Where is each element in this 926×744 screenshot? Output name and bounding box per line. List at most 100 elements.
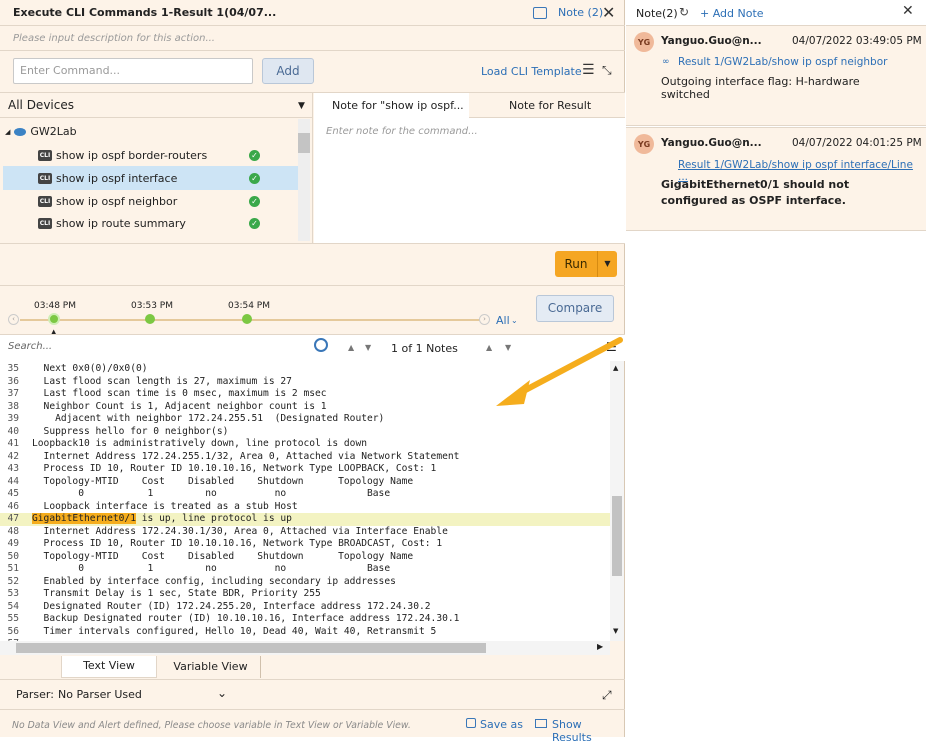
search-input[interactable]: Search... — [8, 341, 52, 352]
command-item-selected[interactable]: CLI show ip ospf interface ✓ — [3, 166, 298, 190]
line-text: Last flood scan time is 0 msec, maximum … — [32, 388, 327, 399]
timeline-point[interactable] — [145, 314, 155, 324]
note-count-link[interactable]: Note (2) — [558, 6, 603, 19]
timeline-next-icon[interactable]: › — [479, 314, 490, 325]
expand-icon[interactable]: ⤢ — [602, 688, 612, 703]
chevron-down-icon[interactable]: ⌄ — [511, 316, 518, 325]
line-text: Internet Address 172.24.255.1/32, Area 0… — [32, 450, 460, 462]
load-cli-template-link[interactable]: Load CLI Template — [481, 65, 582, 78]
cli-icon: CLI — [38, 149, 52, 161]
notes-counter: 1 of 1 Notes — [391, 342, 458, 355]
line-number: 36 — [7, 375, 19, 387]
device-selector[interactable]: All Devices — [8, 98, 74, 112]
line-number: 44 — [7, 475, 19, 487]
timeline-point[interactable] — [242, 314, 252, 324]
search-icon[interactable] — [314, 338, 328, 352]
run-button[interactable]: Run ▼ — [555, 251, 617, 277]
output-line: 55 Backup Designated router (ID) 10.10.1… — [0, 613, 610, 626]
search-highlight: GigabitEthernet0/1 — [32, 513, 136, 524]
menu-icon[interactable]: ☰ — [582, 62, 595, 78]
tab-variable-view[interactable]: Variable View — [161, 656, 261, 678]
command-item[interactable]: CLI show ip ospf border-routers ✓ — [3, 144, 298, 166]
note-card[interactable]: YG Yanguo.Guo@n... 04/07/2022 03:49:05 P… — [626, 26, 926, 126]
parser-label: Parser: — [16, 688, 54, 701]
results-icon[interactable] — [535, 719, 547, 728]
add-note-button[interactable]: + Add Note — [700, 7, 764, 20]
cli-icon: CLI — [38, 195, 52, 207]
line-number: 50 — [7, 550, 19, 562]
line-text: Process ID 10, Router ID 10.10.10.16, Ne… — [32, 538, 443, 549]
line-text: Process ID 10, Router ID 10.10.10.16, Ne… — [32, 463, 437, 474]
line-text: Backup Designated router (ID) 10.10.10.1… — [32, 613, 460, 624]
output-horizontal-scrollbar[interactable]: ▶ — [0, 641, 610, 655]
refresh-icon[interactable]: ↻ — [679, 5, 689, 19]
close-icon[interactable]: ✕ — [602, 3, 615, 22]
line-number: 55 — [7, 613, 19, 624]
notes-title: Note(2) — [636, 7, 678, 20]
parser-select[interactable]: No Parser Used — [58, 688, 142, 701]
expand-icon[interactable]: ◢ — [5, 128, 10, 136]
timeline-label: 03:53 PM — [131, 301, 173, 311]
output-line: 49 Process ID 10, Router ID 10.10.10.16,… — [0, 538, 610, 551]
line-number: 37 — [7, 388, 19, 399]
search-prev-icon[interactable]: ▲ — [348, 343, 354, 352]
device-root-label[interactable]: GW2Lab — [30, 125, 76, 138]
note-reference-link[interactable]: Result 1/GW2Lab/show ip ospf neighbor — [678, 56, 887, 68]
chevron-down-icon[interactable]: ▼ — [298, 101, 305, 111]
line-text: Topology-MTID Cost Disabled Shutdown Top… — [32, 475, 414, 487]
output-line: 54 Designated Router (ID) 172.24.255.20,… — [0, 601, 610, 614]
line-number: 39 — [7, 413, 19, 424]
line-number: 38 — [7, 400, 19, 412]
success-check-icon: ✓ — [249, 149, 260, 161]
chevron-down-icon[interactable]: ⌄ — [217, 686, 227, 700]
output-line: 45 0 1 no no Base — [0, 488, 610, 501]
device-tree-panel: All Devices ▼ ◢ GW2Lab CLI show ip ospf … — [0, 93, 313, 243]
tab-note-for-result[interactable]: Note for Result — [509, 99, 591, 112]
chevron-down-icon[interactable]: ▼ — [597, 251, 617, 277]
command-label: show ip route summary — [56, 216, 186, 230]
show-results-button[interactable]: Show Results — [552, 718, 624, 744]
line-text: Topology-MTID Cost Disabled Shutdown Top… — [32, 550, 414, 562]
line-text: Next 0x0(0)/0x0(0) — [32, 363, 148, 374]
line-number: 47 — [7, 513, 19, 524]
command-item[interactable]: CLI show ip route summary ✓ — [3, 212, 298, 234]
note-card[interactable]: YG Yanguo.Guo@n... 04/07/2022 04:01:25 P… — [626, 127, 926, 231]
line-number: 41 — [7, 438, 19, 449]
close-icon[interactable]: ✕ — [902, 3, 914, 19]
note-textarea[interactable]: Enter note for the command... — [326, 126, 478, 137]
search-next-icon[interactable]: ▼ — [365, 343, 371, 352]
compare-button[interactable]: Compare — [536, 295, 614, 322]
command-item[interactable]: CLI show ip ospf neighbor ✓ — [3, 190, 298, 212]
note-time: 04/07/2022 03:49:05 PM — [792, 35, 922, 47]
note-time: 04/07/2022 04:01:25 PM — [792, 137, 922, 149]
timeline-point-selected[interactable] — [48, 313, 60, 325]
note-editor-panel: Note for "show ip ospf... Note for Resul… — [314, 93, 625, 243]
line-text: Neighbor Count is 1, Adjacent neighbor c… — [32, 400, 327, 412]
tab-note-for-command[interactable]: Note for "show ip ospf... — [332, 99, 464, 112]
line-number: 49 — [7, 538, 19, 549]
command-input[interactable]: Enter Command... — [13, 58, 253, 84]
output-line: 53 Transmit Delay is 1 sec, State BDR, P… — [0, 588, 610, 601]
add-button[interactable]: Add — [262, 58, 314, 84]
description-input[interactable]: Please input description for this action… — [13, 33, 215, 44]
timeline-filter[interactable]: All — [496, 314, 510, 327]
annotation-arrow-icon — [496, 337, 623, 406]
tree-scrollbar[interactable] — [298, 119, 310, 241]
cli-icon: CLI — [38, 217, 52, 229]
line-number: 53 — [7, 588, 19, 599]
timeline-prev-icon[interactable]: ‹ — [8, 314, 19, 325]
line-text: Loopback10 is administratively down, lin… — [32, 438, 368, 449]
line-number: 56 — [7, 625, 19, 637]
line-text: Internet Address 172.24.30.1/30, Area 0,… — [32, 525, 448, 537]
save-icon[interactable] — [466, 718, 476, 728]
line-text: Adjacent with neighbor 172.24.255.51 (De… — [32, 413, 385, 424]
success-check-icon: ✓ — [249, 217, 260, 229]
line-number: 45 — [7, 488, 19, 499]
collapse-icon[interactable]: ⤡ — [602, 63, 612, 78]
output-line: 51 0 1 no no Base — [0, 563, 610, 576]
line-text: Last flood scan length is 27, maximum is… — [32, 375, 292, 387]
note-text: Outgoing interface flag: H-hardware swit… — [661, 75, 860, 101]
note-icon[interactable] — [533, 7, 547, 19]
save-as-button[interactable]: Save as — [480, 718, 523, 731]
tab-text-view[interactable]: Text View — [61, 656, 157, 678]
